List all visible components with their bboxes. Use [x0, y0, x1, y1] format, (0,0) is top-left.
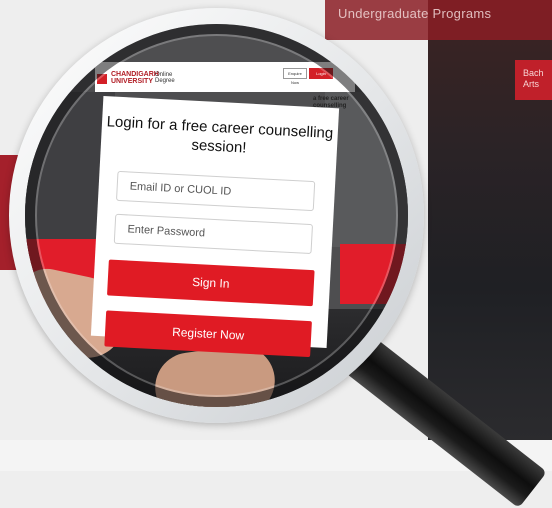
online-degree-label: Online Degree: [155, 72, 175, 84]
background-title: Undergraduate Programs: [338, 6, 492, 21]
login-title: Login for a free career counselling sess…: [106, 113, 334, 157]
login-card: Login for a free career counselling sess…: [90, 95, 340, 358]
magnifier-lens: CHANDIGARH UNIVERSITY Online Degree Enqu…: [25, 24, 408, 407]
logo-icon: [97, 74, 107, 84]
email-input[interactable]: Email ID or CUOL ID: [115, 170, 316, 212]
background-card-text: Bach Arts: [523, 68, 544, 89]
sign-in-button[interactable]: Sign In: [107, 259, 315, 307]
site-logo-text[interactable]: CHANDIGARH UNIVERSITY: [111, 71, 159, 85]
header-login-button[interactable]: Login: [309, 68, 333, 79]
password-input[interactable]: Enter Password: [113, 213, 314, 255]
enquire-now-button[interactable]: Enquire Now: [283, 68, 307, 85]
laptop-red-block-right: [340, 244, 408, 304]
